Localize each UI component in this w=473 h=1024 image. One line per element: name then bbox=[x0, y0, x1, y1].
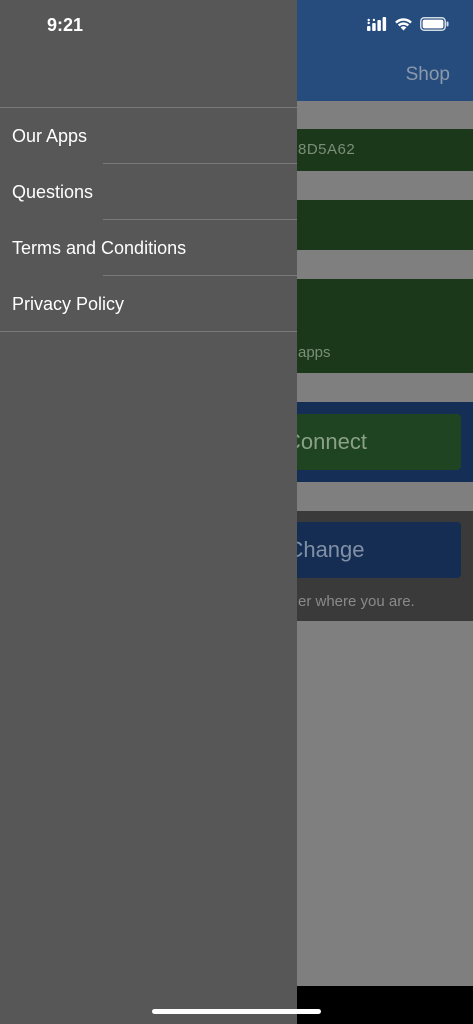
drawer-item-privacy[interactable]: Privacy Policy bbox=[0, 276, 297, 332]
drawer-menu: Our Apps Questions Terms and Conditions … bbox=[0, 107, 297, 332]
apps-text: apps bbox=[298, 344, 331, 361]
battery-icon bbox=[420, 17, 449, 36]
device-id-text: 8D5A62 bbox=[298, 141, 356, 158]
side-drawer: Our Apps Questions Terms and Conditions … bbox=[0, 0, 297, 1024]
shop-button[interactable]: Shop bbox=[406, 64, 450, 86]
drawer-item-our-apps[interactable]: Our Apps bbox=[0, 108, 297, 164]
drawer-item-terms[interactable]: Terms and Conditions bbox=[0, 220, 297, 276]
status-time: 9:21 bbox=[47, 15, 84, 35]
home-indicator[interactable] bbox=[152, 1009, 321, 1014]
drawer-item-questions[interactable]: Questions bbox=[0, 164, 297, 220]
wifi-icon bbox=[394, 17, 413, 36]
status-icons bbox=[367, 17, 449, 36]
signal-icon bbox=[367, 17, 387, 36]
change-hint-text: er where you are. bbox=[298, 593, 415, 610]
